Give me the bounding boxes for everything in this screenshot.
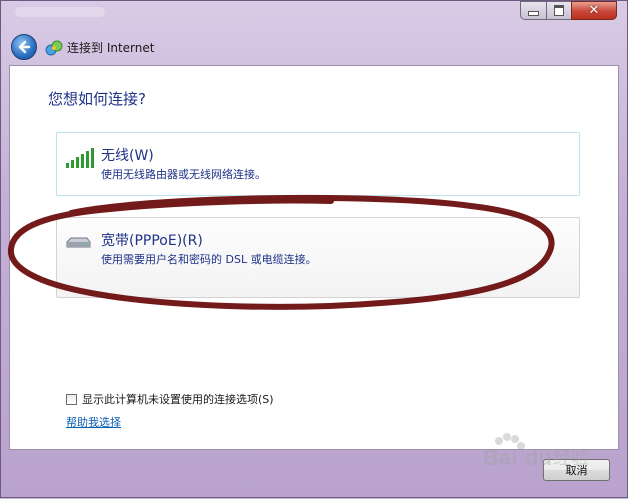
svg-text:du: du xyxy=(525,445,552,470)
option-description: 使用无线路由器或无线网络连接。 xyxy=(101,168,266,181)
show-unconfigured-options-checkbox[interactable] xyxy=(66,393,77,405)
broadband-modem-icon xyxy=(66,237,91,248)
option-wireless[interactable]: 无线(W) 使用无线路由器或无线网络连接。 xyxy=(56,132,580,196)
page-question: 您想如何连接? xyxy=(48,90,146,108)
option-broadband[interactable]: 宽带(PPPoE)(R) 使用需要用户名和密码的 DSL 或电缆连接。 xyxy=(56,217,580,298)
close-icon: ✕ xyxy=(588,3,600,18)
maximize-icon xyxy=(554,5,564,16)
back-button[interactable] xyxy=(11,34,37,60)
wireless-signal-icon xyxy=(66,148,94,168)
navigation-bar: 连接到 Internet xyxy=(1,31,627,65)
help-me-choose-link[interactable]: 帮助我选择 xyxy=(66,414,121,430)
title-bar-blur xyxy=(15,7,105,17)
title-bar[interactable]: ✕ xyxy=(1,1,627,31)
content-panel: 您想如何连接? 无线(W) 使用无线路由器或无线网络连接。 宽带(PPPoE)(… xyxy=(9,65,619,450)
svg-text:Bai: Bai xyxy=(483,445,517,470)
network-globe-icon xyxy=(45,40,63,56)
show-unconfigured-options-row[interactable]: 显示此计算机未设置使用的连接选项(S) xyxy=(66,391,274,407)
option-title: 无线(W) xyxy=(101,148,154,164)
checkbox-label: 显示此计算机未设置使用的连接选项(S) xyxy=(82,393,274,406)
maximize-button[interactable] xyxy=(546,1,572,20)
window-title: 连接到 Internet xyxy=(67,41,155,55)
minimize-icon xyxy=(528,11,539,16)
back-arrow-icon xyxy=(18,40,31,54)
svg-text:经验: 经验 xyxy=(553,448,589,469)
close-button[interactable]: ✕ xyxy=(571,1,617,20)
option-description: 使用需要用户名和密码的 DSL 或电缆连接。 xyxy=(101,253,317,266)
baidu-watermark-logo: Bai du 经验 xyxy=(483,433,589,470)
option-title: 宽带(PPPoE)(R) xyxy=(101,233,203,249)
dialog-window: ✕ 连接到 Internet 您想如何连接? 无线(W) 使用无线路由器或无线网… xyxy=(0,0,628,498)
minimize-button[interactable] xyxy=(520,1,547,20)
